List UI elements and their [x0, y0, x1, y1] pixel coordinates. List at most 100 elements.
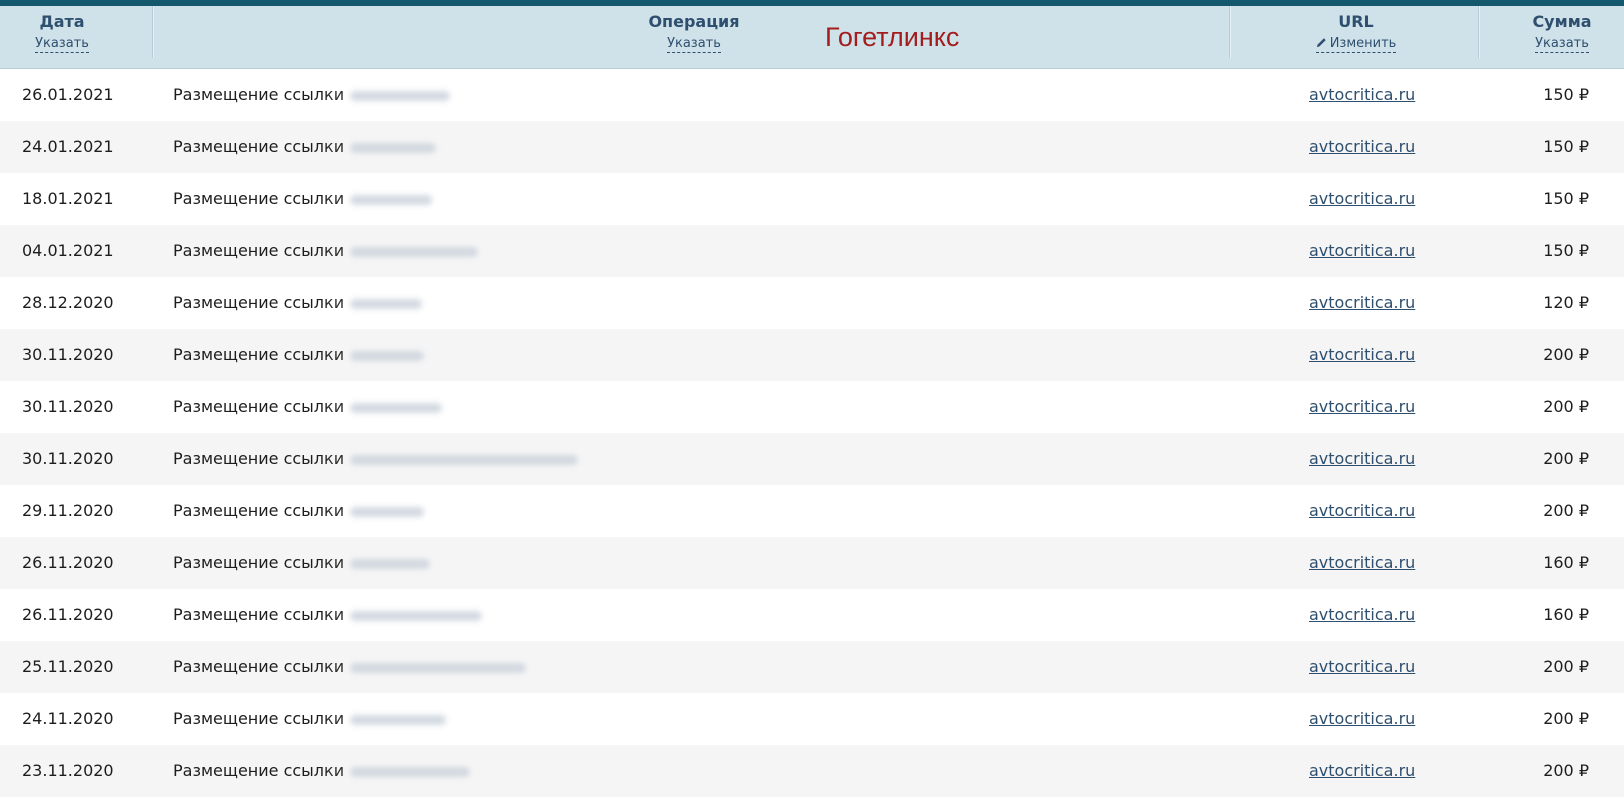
table-row: 26.11.2020 Размещение ссылки avtocritica…	[0, 537, 1624, 589]
row-sum: 200 ₽	[1543, 761, 1589, 780]
row-date: 25.11.2020	[22, 657, 114, 676]
row-url-link[interactable]: avtocritica.ru	[1309, 69, 1415, 121]
header-url-change-link[interactable]: Изменить	[1315, 36, 1397, 53]
table-row: 26.11.2020 Размещение ссылки avtocritica…	[0, 589, 1624, 641]
row-operation-label: Размещение ссылки	[173, 189, 345, 208]
row-url-link[interactable]: avtocritica.ru	[1309, 329, 1415, 381]
row-url-link[interactable]: avtocritica.ru	[1309, 121, 1415, 173]
row-date: 30.11.2020	[22, 397, 114, 416]
table-row: 24.01.2021 Размещение ссылки avtocritica…	[0, 121, 1624, 173]
row-operation: Размещение ссылки	[173, 121, 437, 173]
header-url-title: URL	[1338, 12, 1374, 31]
row-sum: 200 ₽	[1543, 345, 1589, 364]
row-url-link[interactable]: avtocritica.ru	[1309, 433, 1415, 485]
row-url-link[interactable]: avtocritica.ru	[1309, 589, 1415, 641]
blurred-site-link[interactable]	[350, 142, 437, 153]
blurred-site-link[interactable]	[350, 766, 471, 777]
row-url-link[interactable]: avtocritica.ru	[1309, 537, 1415, 589]
blurred-site-link[interactable]	[350, 246, 479, 257]
row-operation-label: Размещение ссылки	[173, 605, 345, 624]
row-operation-label: Размещение ссылки	[173, 709, 345, 728]
blurred-site-link[interactable]	[350, 714, 447, 725]
blurred-site-link[interactable]	[350, 194, 433, 205]
row-date: 26.11.2020	[22, 605, 114, 624]
header-date-title: Дата	[39, 12, 85, 31]
row-url-link[interactable]: avtocritica.ru	[1309, 173, 1415, 225]
row-sum: 150 ₽	[1543, 137, 1589, 156]
table-row: 18.01.2021 Размещение ссылки avtocritica…	[0, 173, 1624, 225]
blurred-site-link[interactable]	[350, 298, 423, 309]
table-row: 04.01.2021 Размещение ссылки avtocritica…	[0, 225, 1624, 277]
row-sum: 200 ₽	[1543, 397, 1589, 416]
row-date: 29.11.2020	[22, 501, 114, 520]
row-operation: Размещение ссылки	[173, 641, 527, 693]
header-date: Дата Указать	[0, 6, 124, 68]
row-date: 04.01.2021	[22, 241, 114, 260]
table-row: 29.11.2020 Размещение ссылки avtocritica…	[0, 485, 1624, 537]
row-date: 28.12.2020	[22, 293, 114, 312]
row-operation-label: Размещение ссылки	[173, 761, 345, 780]
row-date: 30.11.2020	[22, 449, 114, 468]
row-operation-label: Размещение ссылки	[173, 137, 345, 156]
row-date: 18.01.2021	[22, 189, 114, 208]
row-operation: Размещение ссылки	[173, 693, 447, 745]
row-url-link[interactable]: avtocritica.ru	[1309, 381, 1415, 433]
header-date-set-link[interactable]: Указать	[35, 36, 89, 53]
row-date: 30.11.2020	[22, 345, 114, 364]
row-operation-label: Размещение ссылки	[173, 657, 345, 676]
blurred-site-link[interactable]	[350, 610, 483, 621]
blurred-site-link[interactable]	[350, 506, 425, 517]
header-divider	[152, 6, 154, 58]
row-operation: Размещение ссылки	[173, 173, 433, 225]
row-url-link[interactable]: avtocritica.ru	[1309, 485, 1415, 537]
blurred-site-link[interactable]	[350, 90, 451, 101]
row-operation-label: Размещение ссылки	[173, 345, 345, 364]
table-row: 28.12.2020 Размещение ссылки avtocritica…	[0, 277, 1624, 329]
row-operation: Размещение ссылки	[173, 537, 431, 589]
row-sum: 160 ₽	[1543, 605, 1589, 624]
row-operation-label: Размещение ссылки	[173, 293, 345, 312]
table-row: 30.11.2020 Размещение ссылки avtocritica…	[0, 433, 1624, 485]
blurred-site-link[interactable]	[350, 558, 431, 569]
row-sum: 200 ₽	[1543, 449, 1589, 468]
header-operation-set-link[interactable]: Указать	[667, 36, 721, 53]
row-url-link[interactable]: avtocritica.ru	[1309, 641, 1415, 693]
row-date: 26.11.2020	[22, 553, 114, 572]
transactions-list: 26.01.2021 Размещение ссылки avtocritica…	[0, 69, 1624, 797]
blurred-site-link[interactable]	[350, 662, 527, 673]
row-sum: 200 ₽	[1543, 709, 1589, 728]
pencil-icon	[1316, 38, 1326, 48]
row-operation: Размещение ссылки	[173, 589, 483, 641]
row-operation-label: Размещение ссылки	[173, 449, 345, 468]
header-operation-title: Операция	[648, 12, 740, 31]
header-divider	[1229, 6, 1231, 58]
row-operation-label: Размещение ссылки	[173, 501, 345, 520]
row-url-link[interactable]: avtocritica.ru	[1309, 225, 1415, 277]
row-date: 26.01.2021	[22, 85, 114, 104]
header-sum-title: Сумма	[1532, 12, 1592, 31]
row-operation-label: Размещение ссылки	[173, 553, 345, 572]
row-sum: 200 ₽	[1543, 657, 1589, 676]
row-sum: 150 ₽	[1543, 241, 1589, 260]
row-url-link[interactable]: avtocritica.ru	[1309, 745, 1415, 797]
row-operation: Размещение ссылки	[173, 381, 443, 433]
row-sum: 150 ₽	[1543, 189, 1589, 208]
header-url-change-label: Изменить	[1329, 36, 1397, 51]
row-operation-label: Размещение ссылки	[173, 397, 345, 416]
header-url: URL Изменить	[1256, 6, 1456, 68]
blurred-site-link[interactable]	[350, 402, 443, 413]
table-row: 25.11.2020 Размещение ссылки avtocritica…	[0, 641, 1624, 693]
row-url-link[interactable]: avtocritica.ru	[1309, 693, 1415, 745]
table-row: 30.11.2020 Размещение ссылки avtocritica…	[0, 329, 1624, 381]
blurred-site-link[interactable]	[350, 350, 425, 361]
blurred-site-link[interactable]	[350, 454, 579, 465]
row-operation: Размещение ссылки	[173, 225, 479, 277]
row-operation: Размещение ссылки	[173, 485, 425, 537]
table-row: 30.11.2020 Размещение ссылки avtocritica…	[0, 381, 1624, 433]
row-url-link[interactable]: avtocritica.ru	[1309, 277, 1415, 329]
row-date: 24.01.2021	[22, 137, 114, 156]
header-sum-set-link[interactable]: Указать	[1535, 36, 1589, 53]
row-operation: Размещение ссылки	[173, 433, 579, 485]
header-sum: Сумма Указать	[1500, 6, 1624, 68]
row-date: 24.11.2020	[22, 709, 114, 728]
